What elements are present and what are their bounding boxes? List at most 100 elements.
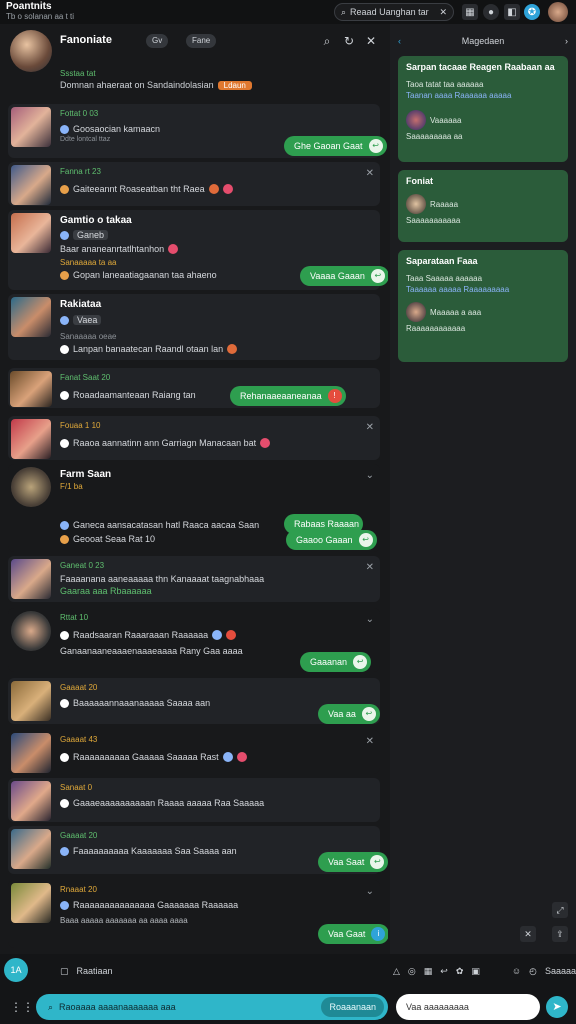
list-item[interactable]: Fouaa 1 10 Raaoa aannatinn ann Garriagn … [8, 416, 380, 460]
list-item[interactable]: Farm Saan F/1 ba Ganeca aansacatasan hat… [8, 464, 380, 552]
author-name: Raaaaa [430, 199, 459, 209]
item-title: Gamtio o takaa [60, 215, 132, 226]
search-input[interactable]: ⌕ Reaad Uanghan tar ✕ [334, 3, 454, 21]
avatar [11, 107, 51, 147]
action-button[interactable]: Vaa Gaat i [318, 924, 388, 944]
action-button[interactable]: Ghe Gaoan Gaat ↩ [284, 136, 387, 156]
message-author: Vaaaaaa [406, 110, 560, 130]
list-item[interactable]: Fanat Saat 20 Roaadaamanteaan Raiang tan… [8, 368, 380, 408]
item-row: Ganeca aansacatasan hatl Raaca aacaa Saa… [60, 520, 259, 530]
triangle-icon[interactable]: △ [393, 966, 400, 977]
avatar[interactable]: 1A [4, 958, 28, 982]
action-button[interactable]: Gaaanan ↩ [300, 652, 372, 672]
message-author: Raaaaa [406, 194, 560, 214]
app-brand[interactable]: Poantnits Tb o solanan aa t ti [6, 2, 74, 22]
chip-1[interactable]: Gv [146, 34, 169, 48]
item-subline: Ddte lontcal ttaz [60, 136, 111, 143]
message-title: Foniat [406, 176, 433, 186]
list-item[interactable]: Sanaat 0 Gaaaeaaaaaaaaaan Raaaa aaaaa Ra… [8, 778, 380, 822]
close-icon[interactable]: ✕ [366, 168, 374, 179]
apps-icon[interactable]: ⋮⋮ [10, 1000, 34, 1014]
item-title: Rakiataa [60, 299, 102, 310]
chip-2[interactable]: Fane [186, 34, 217, 48]
refresh-icon[interactable]: ↻ [342, 34, 356, 48]
chevron-down-icon[interactable]: ⌄ [366, 470, 374, 481]
list-item[interactable]: Rttat 10 Raadsaaran Raaaraaan Raaaaaa Ga… [8, 608, 380, 672]
action-button[interactable]: Vaaaa Gaaan ↩ [300, 266, 388, 286]
image-icon[interactable]: ▣ [471, 966, 480, 977]
grid-icon[interactable]: ▦ [424, 966, 433, 977]
palette-icon[interactable]: ✿ [456, 966, 464, 977]
item-text-2: Gaaraa aaa Rbaaaaaa [60, 586, 152, 596]
list-item[interactable]: Rnaaat 20 Raaaaaaaaaaaaaaa Gaaaaaaa Raaa… [8, 880, 388, 948]
chevron-down-icon[interactable]: ⌄ [366, 614, 374, 625]
ask-input[interactable]: ⌕ Raoaaaa aaaanaaaaaaa aaa Roaaanaan [36, 994, 388, 1020]
back-icon[interactable]: ‹ [398, 36, 401, 46]
ask-button[interactable]: Roaaanaan [321, 997, 384, 1017]
author-name: Vaaaaaa [430, 115, 462, 125]
close-icon[interactable]: ✕ [366, 422, 374, 433]
close-icon[interactable]: ✕ [364, 34, 378, 48]
item-row: Gaiteeannt Roaseatban tht Raea [60, 184, 233, 194]
send-icon[interactable]: ➤ [546, 996, 568, 1018]
at-icon[interactable]: ◎ [408, 966, 416, 977]
window-icon[interactable]: ◧ [504, 4, 520, 20]
avatar [11, 781, 51, 821]
item-tag: Vaea [73, 315, 102, 325]
user-avatar[interactable] [548, 2, 568, 22]
info-icon: i [371, 927, 386, 941]
close-icon[interactable]: ✕ [366, 562, 374, 573]
action-button[interactable]: Rehanaaeaaneanaa! [230, 386, 346, 406]
chevron-down-icon[interactable]: ⌄ [366, 886, 374, 897]
action-button-2[interactable]: Gaaoo Gaaan ↩ [286, 530, 377, 550]
action-button[interactable]: Vaa Saat ↩ [318, 852, 388, 872]
tools-icon[interactable]: ✕ [520, 926, 536, 942]
expand-icon[interactable]: ⤢ [552, 902, 568, 918]
item-text-2: Ganaanaaneaaaenaaaeaaaa Rany Gaa aaaa [60, 646, 243, 656]
list-item[interactable]: Gaaaat 20 Baaaaaannaaanaaaaa Saaaa aan V… [8, 678, 380, 724]
profile-avatar[interactable] [10, 30, 52, 72]
app-subtitle: Tb o solanan aa t ti [6, 12, 75, 21]
composer[interactable]: ▢ Raatiaan △ ◎ ▦ ↩ ✿ ▣ ☺ ◴ Saaaaa [60, 959, 576, 983]
message-card[interactable]: Foniat Raaaaa Saaaaaaaaaaa [398, 170, 568, 242]
list-item[interactable]: Gaaaat 20 Faaaaaaaaaa Kaaaaaaa Saa Saaaa… [8, 826, 388, 874]
emoji-icon[interactable]: ☺ [512, 966, 521, 976]
file-icon[interactable]: ▢ [60, 966, 69, 977]
record-icon[interactable]: ● [483, 4, 499, 20]
profile-line: Domnan ahaeraat on Sandaindolasian Ldaun [60, 80, 252, 90]
share-icon[interactable]: ⇪ [552, 926, 568, 942]
message-card[interactable]: Saparataan Faaa Taaa Saaaaa aaaaaa Taaaa… [398, 250, 568, 362]
message-line-3: Raaaaaaaaaaaa [406, 324, 466, 333]
message-author: Maaaaa a aaa [406, 302, 560, 322]
item-meta: Gaaaat 20 [60, 831, 98, 840]
message-line-3: Saaaaaaaaa aa [406, 132, 463, 141]
item-text: Gaiteeannt Roaseatban tht Raea [73, 184, 205, 194]
message-card[interactable]: Sarpan tacaae Reagen Raabaan aa Taoa tat… [398, 56, 568, 162]
message-input[interactable]: Vaa aaaaaaaaa [396, 994, 540, 1020]
message-line-2: Taaaaaa aaaaa Raaaaaaaaa [406, 285, 510, 294]
list-item[interactable]: Rakiataa Vaea Sanaaaaa oeae Lanpan banaa… [8, 294, 380, 360]
chevron-right-icon[interactable]: › [565, 36, 568, 46]
thread-list: Fanoniate Gv Fane ⌕ ↻ ✕ Ssstaa tat Domna… [0, 24, 388, 954]
close-icon[interactable]: ✕ [439, 7, 447, 18]
item-tag-row: Ganeb [60, 230, 109, 240]
notification-icon[interactable]: ✪ [524, 4, 540, 20]
list-item[interactable]: Gamtio o takaa Ganeb Baar ananeanrtatlht… [8, 210, 388, 290]
close-icon[interactable]: ✕ [366, 736, 374, 747]
item-meta: Ganeat 0 23 [60, 561, 105, 570]
item-meta: Sanaaaaa oeae [60, 332, 117, 341]
list-item[interactable]: Ganeat 0 23 Faaaanana aaneaaaaa thn Kana… [8, 556, 380, 602]
list-item[interactable]: Gaaaat 43 Raaaaaaaaaa Gaaaaa Saaaaa Rast… [8, 730, 380, 774]
side-panel-header: ‹ Magedaen › [390, 24, 576, 58]
clock-icon[interactable]: ◴ [529, 966, 537, 977]
settings-icon[interactable]: ▦ [462, 4, 478, 20]
extra-label[interactable]: Saaaaa [545, 966, 576, 976]
search-icon[interactable]: ⌕ [320, 34, 334, 48]
profile-tag[interactable]: Ldaun [217, 80, 252, 90]
list-item[interactable]: Fanna rt 23 Gaiteeannt Roaseatban tht Ra… [8, 162, 380, 206]
button-label: Rabaas Raaaan [294, 519, 360, 529]
reply-icon[interactable]: ↩ [440, 966, 448, 977]
list-item[interactable]: Fottat 0 03 Goosaocian kamaacn Ddte lont… [8, 104, 387, 158]
action-button[interactable]: Vaa aa ↩ [318, 704, 380, 724]
side-panel: ‹ Magedaen › Sarpan tacaae Reagen Raabaa… [390, 24, 576, 954]
